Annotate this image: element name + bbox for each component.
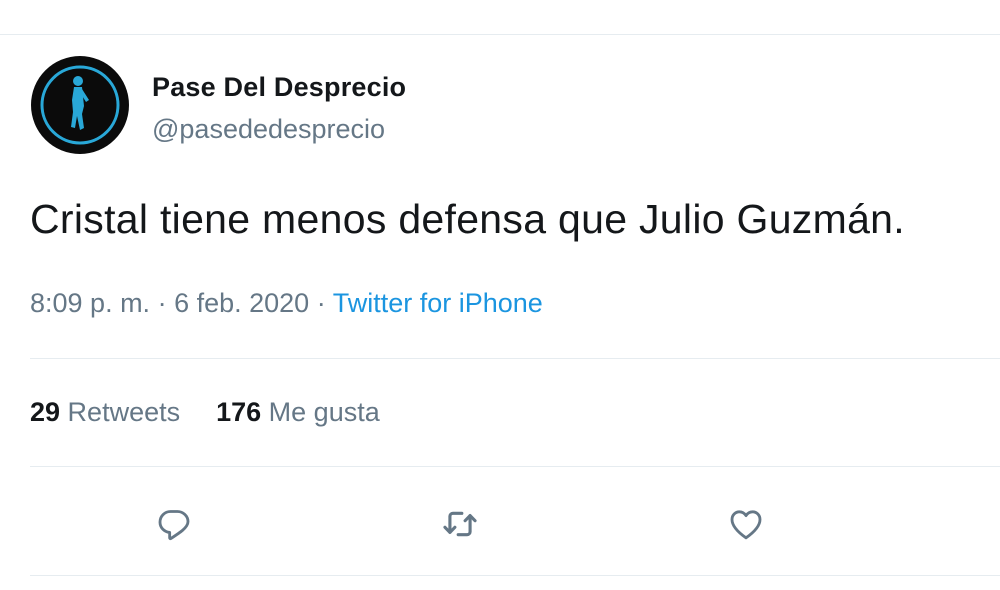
divider xyxy=(30,575,1000,576)
tweet-meta: 8:09 p. m. · 6 feb. 2020 · Twitter for i… xyxy=(30,288,543,319)
likes-stat[interactable]: 176 Me gusta xyxy=(216,397,380,427)
reply-button[interactable] xyxy=(152,502,196,546)
likes-count: 176 xyxy=(216,397,262,427)
tweet-stats: 29 Retweets 176 Me gusta xyxy=(30,397,380,428)
tweet-source-link[interactable]: Twitter for iPhone xyxy=(333,288,543,318)
retweets-stat[interactable]: 29 Retweets xyxy=(30,397,180,427)
divider xyxy=(30,466,1000,467)
tweet-text: Cristal tiene menos defensa que Julio Gu… xyxy=(30,196,905,242)
silhouette-icon xyxy=(40,65,120,145)
author-handle[interactable]: @pasededesprecio xyxy=(152,114,385,145)
retweets-label: Retweets xyxy=(60,397,181,427)
retweet-icon xyxy=(443,511,477,537)
like-button[interactable] xyxy=(724,502,768,546)
reply-icon xyxy=(158,510,190,541)
meta-separator: · xyxy=(309,288,333,318)
retweet-button[interactable] xyxy=(438,502,482,546)
avatar[interactable] xyxy=(31,56,129,154)
heart-icon xyxy=(730,510,762,540)
tweet-card: Pase Del Desprecio @pasededesprecio Cris… xyxy=(0,0,1000,590)
likes-label: Me gusta xyxy=(261,397,380,427)
author-display-name[interactable]: Pase Del Desprecio xyxy=(152,72,406,103)
divider xyxy=(0,34,1000,35)
tweet-time[interactable]: 8:09 p. m. xyxy=(30,288,150,318)
retweets-count: 29 xyxy=(30,397,61,427)
meta-separator: · xyxy=(150,288,175,318)
tweet-date[interactable]: 6 feb. 2020 xyxy=(174,288,309,318)
divider xyxy=(30,358,1000,359)
